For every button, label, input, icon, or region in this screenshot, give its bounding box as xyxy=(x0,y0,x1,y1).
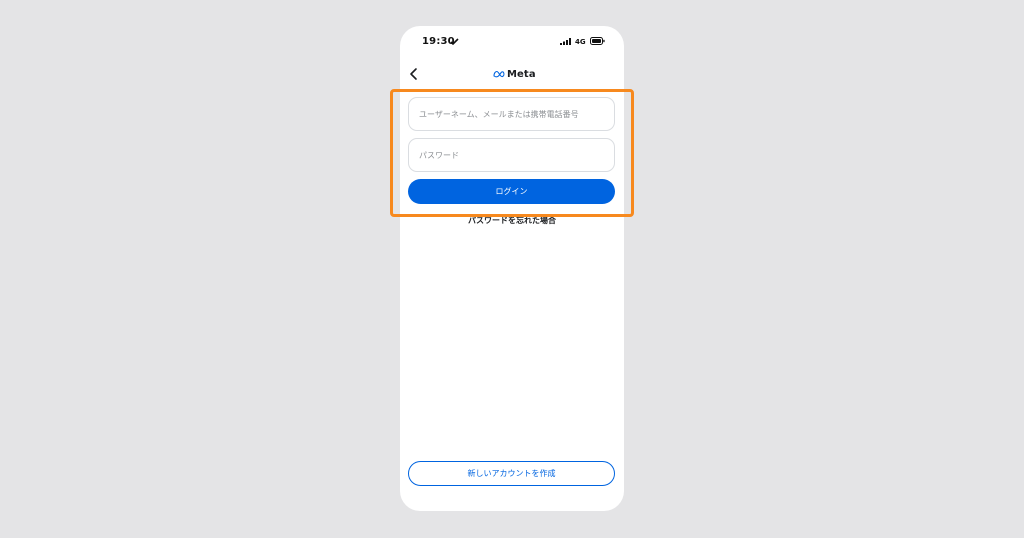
brand: Meta xyxy=(493,67,536,81)
signal-icon xyxy=(560,38,571,45)
network-label: 4G xyxy=(575,38,586,46)
battery-icon xyxy=(590,37,605,45)
forgot-password-link[interactable]: パスワードを忘れた場合 xyxy=(400,215,624,226)
brand-name: Meta xyxy=(507,68,536,80)
username-field xyxy=(408,97,615,131)
phone-screen: 19:30 4G Meta ユーザーネーム、メールまたは携帯電話番号 ログイン … xyxy=(400,26,624,511)
login-button[interactable]: ログイン xyxy=(408,179,615,204)
password-field xyxy=(408,138,615,172)
moon-icon xyxy=(450,38,459,45)
status-bar: 19:30 4G xyxy=(400,26,624,58)
nav-bar: Meta xyxy=(400,62,624,86)
create-account-button[interactable]: 新しいアカウントを作成 xyxy=(408,461,615,486)
chevron-left-icon xyxy=(410,68,417,80)
username-input[interactable] xyxy=(409,98,614,130)
meta-logo-icon xyxy=(493,70,505,78)
back-button[interactable] xyxy=(406,66,422,82)
password-input[interactable] xyxy=(409,139,614,171)
